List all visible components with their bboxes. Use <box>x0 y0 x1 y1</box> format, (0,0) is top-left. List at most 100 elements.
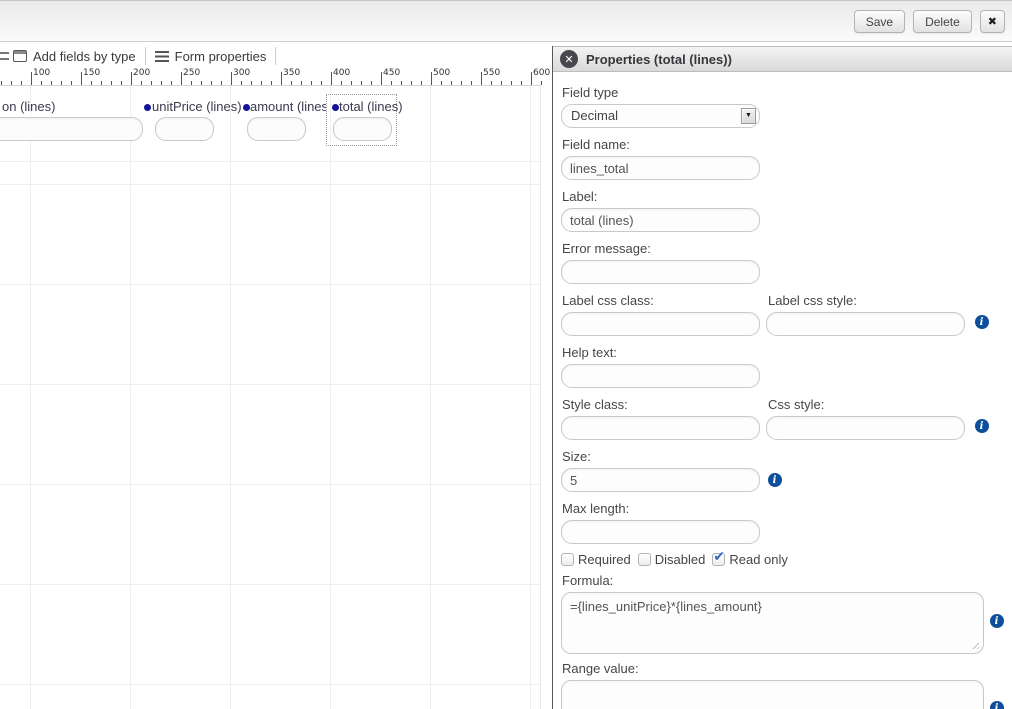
ruler-tick-label: 300 <box>233 68 250 78</box>
disabled-label: Disabled <box>655 552 706 567</box>
canvas-field-label: amount (lines) <box>250 99 326 114</box>
chevron-down-icon[interactable]: ▼ <box>741 108 756 124</box>
help-text-label: Help text: <box>562 345 1012 360</box>
css-style-input[interactable] <box>766 416 965 440</box>
ruler-tick <box>41 81 42 85</box>
panel-title: Properties (total (lines)) <box>586 52 732 67</box>
ruler-tick <box>301 81 302 85</box>
ruler-tick <box>11 81 12 85</box>
top-actions: Save Delete ✖ <box>854 10 1005 33</box>
required-label: Required <box>578 552 631 567</box>
label-input[interactable] <box>561 208 760 232</box>
ruler-tick <box>421 81 422 85</box>
add-fields-by-type-button[interactable]: Add fields by type <box>12 49 136 64</box>
ruler-tick-label: 550 <box>483 68 500 78</box>
ruler-tick-label: 100 <box>33 68 50 78</box>
size-input[interactable] <box>561 468 760 492</box>
range-value-textarea[interactable] <box>561 680 984 709</box>
field-type-selected-value: Decimal <box>571 108 618 123</box>
save-button[interactable]: Save <box>854 10 905 33</box>
field-type-select[interactable]: Decimal ▼ <box>561 104 760 128</box>
error-message-input[interactable] <box>561 260 760 284</box>
ruler-tick <box>231 72 232 85</box>
ruler-tick <box>371 81 372 85</box>
max-length-input[interactable] <box>561 520 760 544</box>
ruler-tick <box>481 72 482 85</box>
ruler-tick <box>21 81 22 85</box>
ruler-tick <box>91 81 92 85</box>
info-icon[interactable]: i <box>975 419 989 433</box>
field-bullet-icon <box>332 104 339 111</box>
ruler-tick <box>171 81 172 85</box>
form-properties-button[interactable]: Form properties <box>155 49 267 64</box>
help-text-input[interactable] <box>561 364 760 388</box>
ruler-tick <box>191 81 192 85</box>
ruler-tick-label: 400 <box>333 68 350 78</box>
label-css-class-input[interactable] <box>561 312 760 336</box>
required-checkbox-group: Required <box>561 552 631 567</box>
ruler-tick <box>311 81 312 85</box>
ruler-tick-label: 150 <box>83 68 100 78</box>
ruler-tick <box>391 81 392 85</box>
ruler-tick <box>81 72 82 85</box>
label-css-class-label: Label css class: <box>562 293 767 308</box>
ruler-tick <box>271 81 272 85</box>
ruler-tick-label: 450 <box>383 68 400 78</box>
style-class-input[interactable] <box>561 416 760 440</box>
add-fields-label: Add fields by type <box>33 49 136 64</box>
ruler-tick-label: 250 <box>183 68 200 78</box>
toolbar-separator <box>275 47 276 65</box>
range-value-label: Range value: <box>562 661 1012 676</box>
label-label: Label: <box>562 189 1012 204</box>
ruler-tick <box>201 81 202 85</box>
add-fields-icon <box>13 50 27 62</box>
form-builder-window: Save Delete ✖ Add fields by type Form pr… <box>0 0 1012 709</box>
label-css-style-label: Label css style: <box>768 293 857 308</box>
ruler-tick <box>361 81 362 85</box>
ruler-tick <box>61 81 62 85</box>
ruler-tick <box>181 72 182 85</box>
field-name-label: Field name: <box>562 137 1012 152</box>
style-class-label: Style class: <box>562 397 767 412</box>
ruler-tick <box>461 81 462 85</box>
info-icon[interactable]: i <box>990 614 1004 628</box>
ruler-tick <box>531 72 532 85</box>
ruler-tick <box>261 81 262 85</box>
ruler-tick <box>541 81 542 85</box>
field-name-input[interactable] <box>561 156 760 180</box>
label-css-style-input[interactable] <box>766 312 965 336</box>
field-bullet-icon <box>243 104 250 111</box>
properties-panel-header: ✕ Properties (total (lines)) <box>553 46 1012 72</box>
canvas-field-input[interactable] <box>247 117 306 141</box>
ruler-tick <box>51 81 52 85</box>
canvas-field-label: unitPrice (lines) <box>152 99 242 114</box>
ruler-tick <box>221 81 222 85</box>
checkmark-icon: ✔ <box>713 548 725 565</box>
close-button[interactable]: ✖ <box>980 10 1005 33</box>
required-checkbox[interactable] <box>561 553 574 566</box>
ruler-tick <box>101 81 102 85</box>
info-icon[interactable]: i <box>975 315 989 329</box>
ruler-tick-label: 350 <box>283 68 300 78</box>
panel-close-icon[interactable]: ✕ <box>560 50 578 68</box>
ruler-tick <box>441 81 442 85</box>
canvas-field-input[interactable] <box>0 117 143 141</box>
canvas-field-input[interactable] <box>155 117 214 141</box>
ruler-tick <box>251 81 252 85</box>
design-canvas[interactable]: on (lines) unitPrice (lines) amount (lin… <box>0 86 541 709</box>
ruler-tick <box>121 81 122 85</box>
ruler-tick-label: 500 <box>433 68 450 78</box>
delete-button[interactable]: Delete <box>913 10 972 33</box>
ruler-tick <box>291 81 292 85</box>
formula-textarea[interactable]: ={lines_unitPrice}*{lines_amount} <box>561 592 984 654</box>
disabled-checkbox[interactable] <box>638 553 651 566</box>
properties-panel: ✕ Properties (total (lines)) Field type … <box>552 46 1012 709</box>
ruler-tick <box>71 81 72 85</box>
canvas-field-input[interactable] <box>333 117 392 141</box>
ruler-tick <box>111 81 112 85</box>
info-icon[interactable]: i <box>768 473 782 487</box>
info-icon[interactable]: i <box>990 701 1004 709</box>
builder-toolbar: Add fields by type Form properties <box>0 46 541 66</box>
truncated-toolbar-icon <box>0 52 9 60</box>
read-only-checkbox[interactable]: ✔ <box>712 553 725 566</box>
